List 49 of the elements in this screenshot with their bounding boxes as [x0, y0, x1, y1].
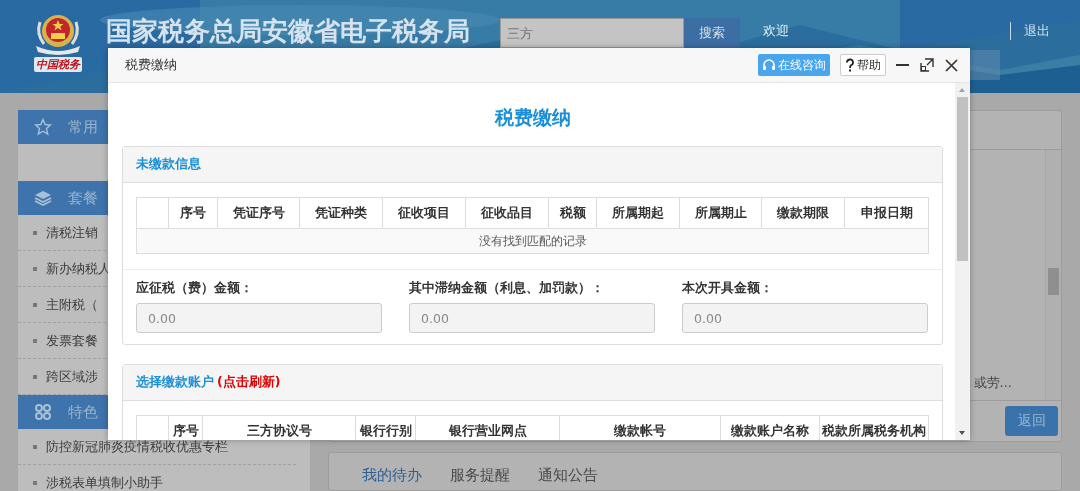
maximize-icon[interactable]	[920, 58, 934, 72]
panel-title: 选择缴款账户	[136, 374, 214, 391]
column-header: 征收项目	[382, 197, 466, 229]
empty-message: 没有找到匹配的记录	[136, 228, 929, 254]
column-header: 银行营业网点	[415, 415, 560, 440]
search-field[interactable]: 三方	[500, 18, 684, 48]
tab[interactable]: 我的待办	[362, 466, 422, 485]
tab[interactable]: 通知公告	[538, 466, 598, 485]
column-header: 缴款帐号	[559, 415, 721, 440]
column-header: 凭证种类	[299, 197, 383, 229]
welcome-text: 欢迎	[763, 22, 789, 40]
logo-text: 中国税务	[34, 57, 82, 72]
sidebar-item[interactable]: 涉税表单填制小助手	[18, 465, 296, 491]
layers-icon	[34, 189, 52, 207]
column-header: 所属期起	[596, 197, 680, 229]
column-header: 缴款账户名称	[720, 415, 820, 440]
column-header: 税额	[548, 197, 597, 229]
search-button[interactable]: 搜索	[684, 18, 740, 48]
help-icon	[845, 57, 855, 73]
column-header: 序号	[168, 197, 218, 229]
field-label: 其中滞纳金额（利息、加罚款）：	[409, 280, 605, 297]
tab[interactable]: 服务提醒	[450, 466, 510, 485]
field-label: 本次开具金额：	[682, 280, 774, 297]
column-header: 所属期止	[679, 197, 762, 229]
snippet-text: 或劳...	[973, 374, 1012, 392]
column-header: 三方协议号	[202, 415, 356, 440]
page-heading: 税费缴纳	[493, 105, 572, 130]
cluster-icon	[34, 403, 52, 421]
column-header: 凭证序号	[217, 197, 300, 229]
column-header: 税款所属税务机构	[819, 415, 929, 440]
site-title: 国家税务总局安徽省电子税务局	[106, 15, 470, 48]
refresh-link[interactable]: (点击刷新)	[217, 374, 281, 391]
help-button[interactable]: 帮助	[840, 54, 886, 76]
field-label: 应征税（费）金额：	[136, 280, 254, 297]
back-button[interactable]: 返回	[1005, 406, 1058, 436]
column-header: 征收品目	[465, 197, 549, 229]
logout-link[interactable]: 退出	[1010, 22, 1050, 40]
consult-button[interactable]: 在线咨询	[758, 54, 830, 76]
column-header: 序号	[168, 415, 203, 440]
star-icon	[34, 118, 52, 136]
column-header: 申报日期	[844, 197, 929, 229]
column-header: 缴款期限	[761, 197, 845, 229]
scrollbar[interactable]	[955, 83, 970, 440]
dialog-title: 税费缴纳	[125, 56, 178, 74]
scrollbar[interactable]	[1045, 150, 1061, 400]
headset-icon	[762, 58, 776, 72]
panel-title: 未缴款信息	[136, 156, 201, 173]
close-icon[interactable]	[945, 58, 958, 72]
column-header: 银行行别	[355, 415, 416, 440]
